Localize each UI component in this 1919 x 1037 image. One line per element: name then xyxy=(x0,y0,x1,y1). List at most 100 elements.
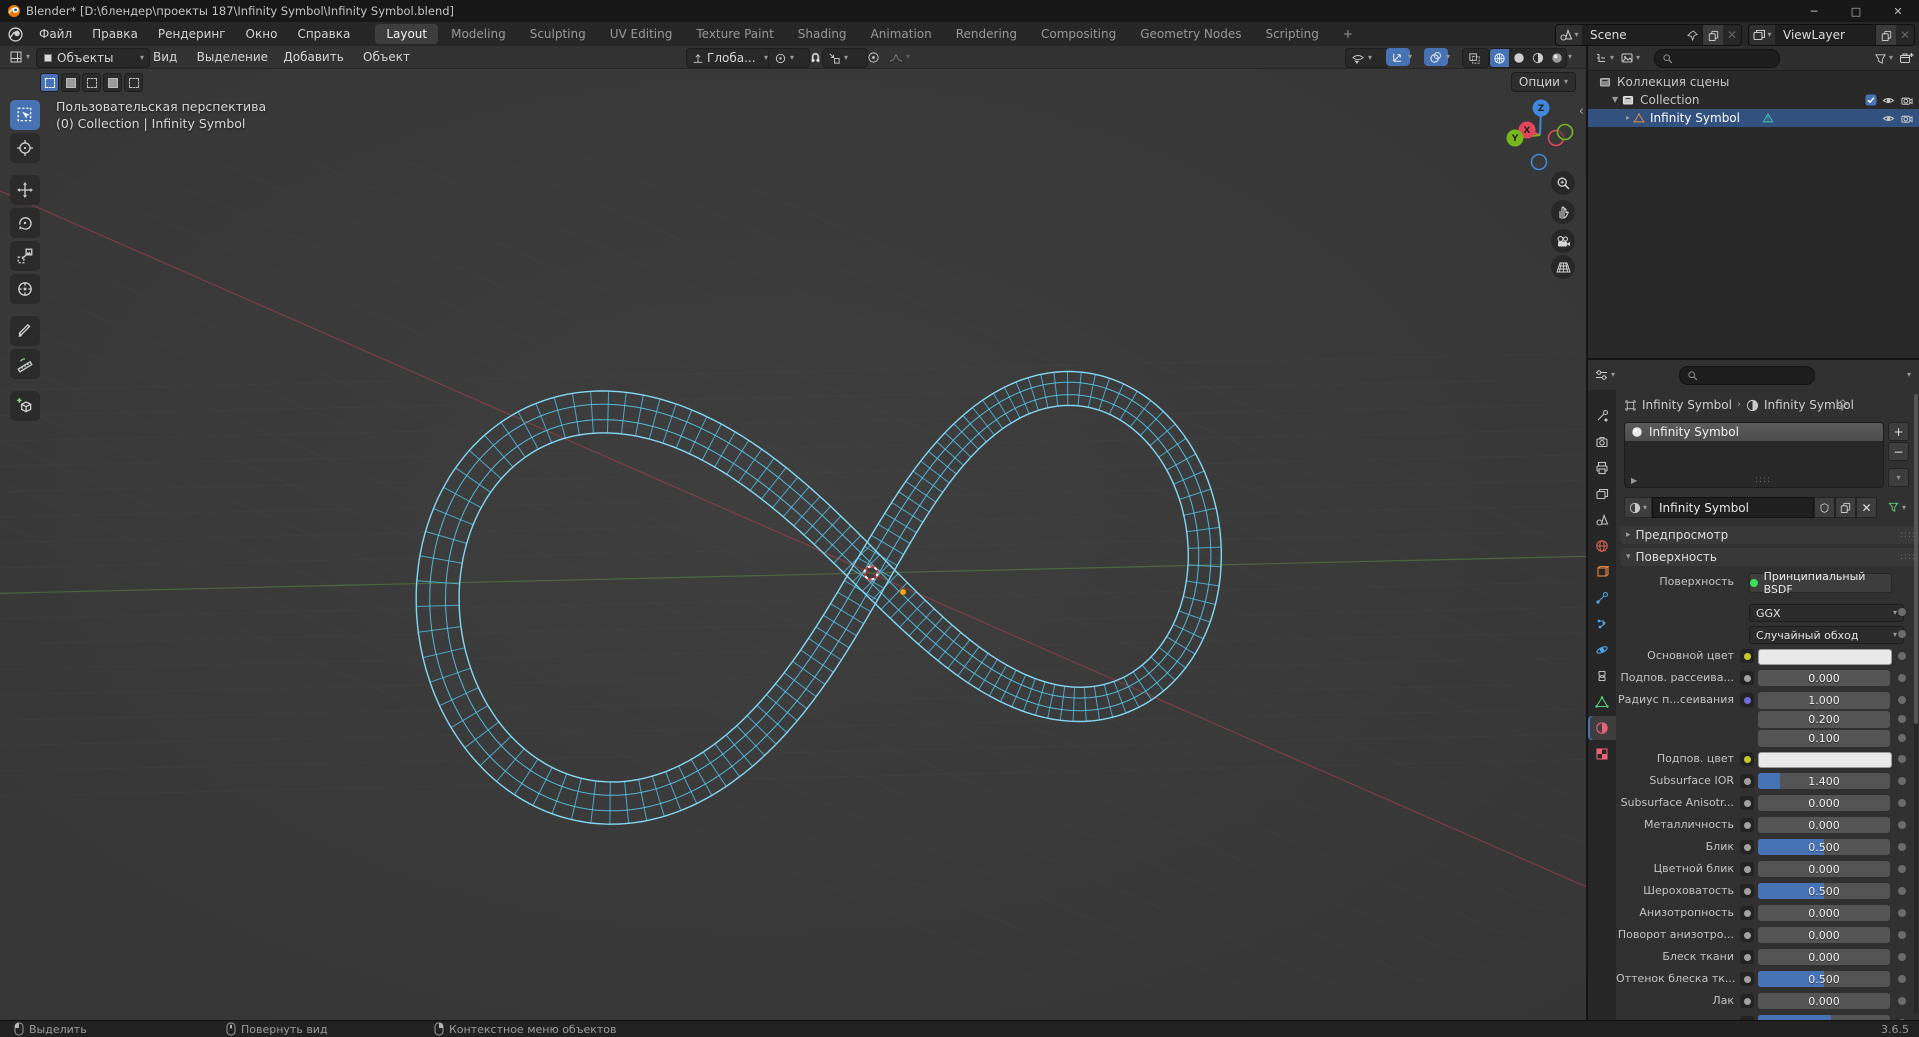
tool-cursor[interactable] xyxy=(10,133,40,163)
node-socket[interactable] xyxy=(1740,840,1754,854)
workspace-tab-animation[interactable]: Animation xyxy=(860,24,943,44)
viewlayer-selector[interactable]: ▾ ViewLayer ✕ xyxy=(1748,24,1915,46)
value-slider[interactable]: 0.100 xyxy=(1758,730,1890,747)
scene-selector[interactable]: ▾ Scene ✕ xyxy=(1555,24,1742,46)
pin-icon[interactable] xyxy=(1682,25,1702,45)
value-slider[interactable]: 0.000 xyxy=(1758,905,1890,921)
node-socket[interactable] xyxy=(1740,693,1754,707)
workspace-tab-uv-editing[interactable]: UV Editing xyxy=(599,24,684,44)
value-slider[interactable]: 0.500 xyxy=(1758,883,1890,899)
value-slider[interactable]: 0.000 xyxy=(1758,795,1890,811)
expand-arrow-icon[interactable]: ▶ xyxy=(1631,476,1637,485)
eye-icon[interactable] xyxy=(1882,112,1895,125)
workspace-tab-modeling[interactable]: Modeling xyxy=(440,24,517,44)
menu-Рендеринг[interactable]: Рендеринг xyxy=(148,24,236,44)
node-socket[interactable] xyxy=(1740,906,1754,920)
value-slider[interactable]: 1.000 xyxy=(1758,692,1890,709)
properties-tab-world[interactable] xyxy=(1588,534,1616,558)
menu-Файл[interactable]: Файл xyxy=(29,24,82,44)
add-slot-button[interactable]: + xyxy=(1888,422,1909,441)
workspace-tab-compositing[interactable]: Compositing xyxy=(1030,24,1127,44)
properties-tab-scene[interactable] xyxy=(1588,508,1616,532)
tool-add-cube[interactable] xyxy=(10,391,40,421)
workspace-tab-rendering[interactable]: Rendering xyxy=(945,24,1028,44)
properties-tab-modifiers[interactable] xyxy=(1588,586,1616,610)
viewport-menu-Вид[interactable]: Вид xyxy=(146,48,184,66)
fake-user-shield-icon[interactable] xyxy=(1814,497,1836,518)
properties-tab-tool[interactable] xyxy=(1588,404,1616,428)
node-tree-dropdown[interactable]: ▾ xyxy=(1887,501,1906,514)
camera-icon[interactable] xyxy=(1900,94,1913,107)
value-slider[interactable]: 0.000 xyxy=(1758,927,1890,943)
color-swatch[interactable] xyxy=(1758,649,1892,665)
properties-tab-physics[interactable] xyxy=(1588,638,1616,662)
material-name-field[interactable]: Infinity Symbol xyxy=(1652,497,1815,518)
prop-dropdown[interactable]: GGX ▾ xyxy=(1749,604,1904,622)
prop-dropdown[interactable]: Случайный обход ▾ xyxy=(1749,626,1904,644)
xray-toggle[interactable] xyxy=(1462,48,1489,68)
workspace-tab-geometry-nodes[interactable]: Geometry Nodes xyxy=(1129,24,1252,44)
bsdf-shader-button[interactable]: Принципиальный BSDF xyxy=(1749,570,1892,596)
unlink-x-icon[interactable]: ✕ xyxy=(1856,497,1878,518)
decorator-dot[interactable] xyxy=(1898,909,1906,917)
expand-arrow-icon[interactable]: ▸ xyxy=(1626,114,1630,122)
viewlayer-icon[interactable]: ▾ xyxy=(1749,25,1775,45)
outliner-search-input[interactable] xyxy=(1654,48,1781,68)
properties-tab-render[interactable] xyxy=(1588,430,1616,454)
properties-tab-constraints[interactable] xyxy=(1588,664,1616,688)
properties-scrollbar-thumb[interactable] xyxy=(1914,394,1918,724)
scene-name[interactable]: Scene xyxy=(1582,28,1682,42)
node-socket[interactable] xyxy=(1740,862,1754,876)
outliner-row-коллекция-сцены[interactable]: Коллекция сцены xyxy=(1588,73,1919,91)
value-slider[interactable]: 0.000 xyxy=(1758,670,1890,686)
properties-tab-viewlayer[interactable] xyxy=(1588,482,1616,506)
decorator-dot[interactable] xyxy=(1898,821,1906,829)
value-slider[interactable]: 0.200 xyxy=(1758,711,1890,728)
close-button[interactable]: ✕ xyxy=(1877,0,1919,22)
node-socket[interactable] xyxy=(1740,972,1754,986)
viewlayer-name[interactable]: ViewLayer xyxy=(1775,28,1875,42)
node-socket[interactable] xyxy=(1740,928,1754,942)
shading-rendered-button[interactable] xyxy=(1547,52,1566,64)
copy-icon[interactable] xyxy=(1875,25,1896,45)
workspace-tab-shading[interactable]: Shading xyxy=(787,24,858,44)
eye-icon[interactable] xyxy=(1882,94,1895,107)
node-socket[interactable] xyxy=(1740,774,1754,788)
decorator-dot[interactable] xyxy=(1898,887,1906,895)
select-mode-extend[interactable] xyxy=(61,73,80,92)
copy-icon[interactable] xyxy=(1702,25,1723,45)
value-slider[interactable]: 0.000 xyxy=(1758,861,1890,877)
node-socket[interactable] xyxy=(1740,950,1754,964)
tool-scale[interactable] xyxy=(10,241,40,271)
outliner-editor-type-button[interactable]: ▾ xyxy=(1594,51,1614,65)
node-socket[interactable] xyxy=(1740,752,1754,766)
select-mode-intersect[interactable] xyxy=(124,73,143,92)
select-mode-new[interactable] xyxy=(40,73,59,92)
properties-tab-particles[interactable] xyxy=(1588,612,1616,636)
workspace-tab-texture-paint[interactable]: Texture Paint xyxy=(685,24,784,44)
falloff-dropdown[interactable]: ▾ xyxy=(884,48,922,66)
copy-icon[interactable] xyxy=(1835,497,1857,518)
decorator-dot[interactable] xyxy=(1898,843,1906,851)
resize-grip[interactable]: :::: xyxy=(1755,475,1771,485)
decorator-dot[interactable] xyxy=(1898,734,1906,742)
new-collection-icon[interactable] xyxy=(1899,51,1914,65)
value-slider[interactable]: 0.500 xyxy=(1758,839,1890,855)
viewport-menu-Объект[interactable]: Объект xyxy=(356,48,417,66)
navigation-gizmo[interactable]: Z XY xyxy=(1494,90,1588,184)
shading-solid-button[interactable] xyxy=(1509,52,1528,64)
menu-Правка[interactable]: Правка xyxy=(82,24,148,44)
camera-view-icon[interactable] xyxy=(1551,229,1575,253)
material-slot-list[interactable]: Infinity Symbol ▶ :::: xyxy=(1624,422,1884,488)
decorator-dot[interactable] xyxy=(1898,953,1906,961)
shading-wireframe-button[interactable] xyxy=(1490,49,1509,67)
camera-icon[interactable] xyxy=(1900,112,1913,125)
select-mode-subtract[interactable] xyxy=(82,73,101,92)
material-slot-item[interactable]: Infinity Symbol xyxy=(1625,423,1883,441)
color-swatch[interactable] xyxy=(1758,752,1892,768)
pan-hand-icon[interactable] xyxy=(1551,200,1575,224)
mode-dropdown[interactable]: Объекты ▾ xyxy=(36,48,150,68)
gizmos-dropdown[interactable]: ▾ xyxy=(1406,48,1414,66)
material-browse-dropdown[interactable]: ▾ xyxy=(1624,497,1653,518)
shading-dropdown[interactable]: ▾ xyxy=(1566,48,1574,66)
